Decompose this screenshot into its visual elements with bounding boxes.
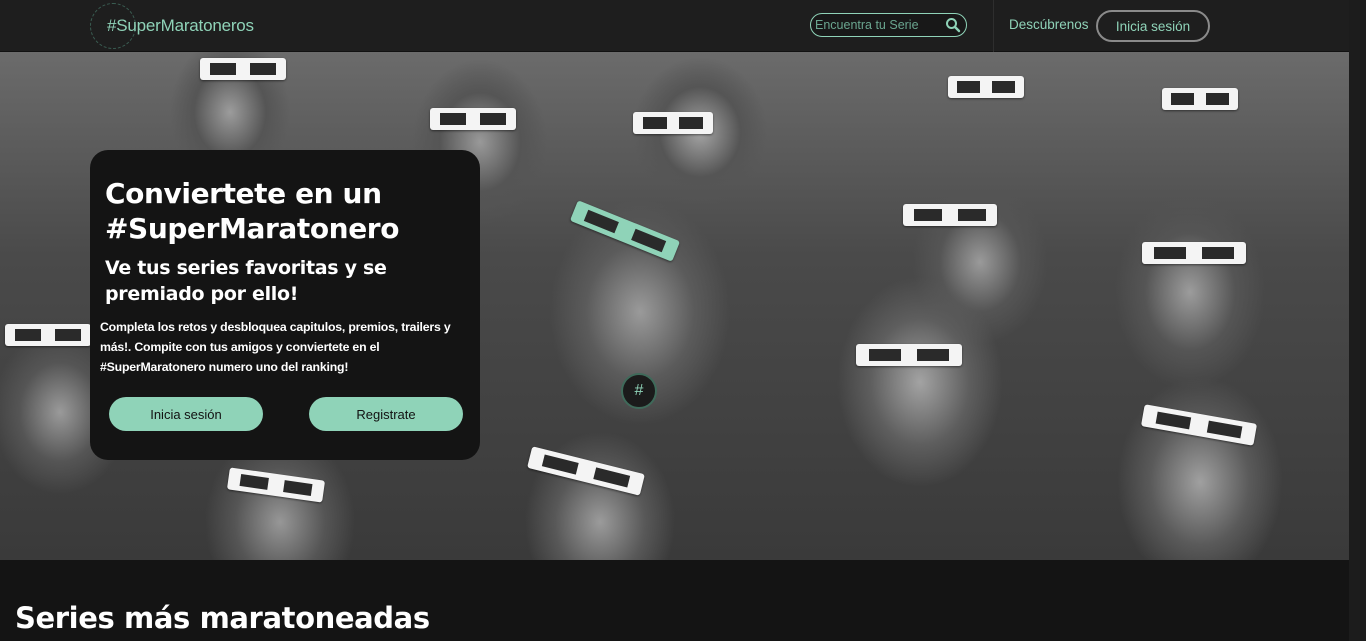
hero-login-button[interactable]: Inicia sesión [109,397,263,431]
3d-glasses-image [527,446,645,496]
3d-glasses-image [903,204,997,226]
3d-glasses-image [1142,242,1246,264]
logo-text: #SuperMaratoneros [107,16,254,35]
3d-glasses-green-image [569,200,681,262]
3d-glasses-image [948,76,1024,98]
top-navbar: #SuperMaratoneros Descúbrenos Inicia ses… [0,0,1349,52]
hero-description: Completa los retos y desbloquea capitulo… [100,320,451,374]
3d-glasses-image [430,108,516,130]
discover-link[interactable]: Descúbrenos [1009,17,1089,32]
search-input[interactable] [815,16,941,34]
site-logo[interactable]: #SuperMaratoneros [90,2,254,50]
3d-glasses-image [200,58,286,80]
3d-glasses-image [633,112,713,134]
hashtag-badge-icon: # [621,373,657,409]
hero-register-button[interactable]: Registrate [309,397,463,431]
section-title-most-watched: Series más maratoneadas [15,601,430,635]
page-scrollbar[interactable] [1349,0,1366,641]
search-icon[interactable] [945,17,961,33]
hero-card: Conviertete en un #SuperMaratonero Ve tu… [90,150,480,460]
3d-glasses-image [226,467,326,503]
3d-glasses-image [1140,404,1258,446]
series-search [810,13,967,37]
3d-glasses-image [1162,88,1238,110]
nav-divider [993,0,994,52]
3d-glasses-image [5,324,91,346]
hero-banner: # Conviertete en un #SuperMaratonero Ve … [0,52,1349,560]
hero-title: Conviertete en un #SuperMaratonero [105,177,400,245]
navbar-login-button[interactable]: Inicia sesión [1096,10,1210,42]
3d-glasses-image [856,344,962,366]
hero-subtitle: Ve tus series favoritas y se premiado po… [105,257,387,305]
